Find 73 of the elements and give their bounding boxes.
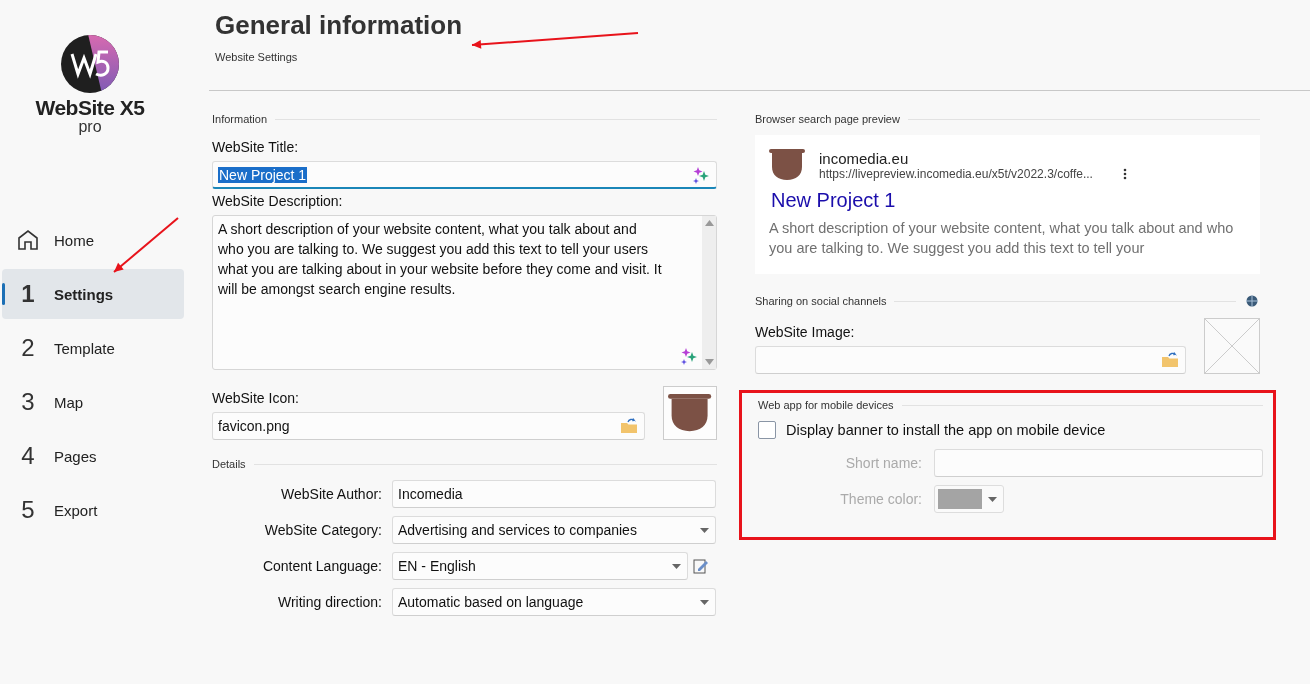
field-label: WebSite Author:	[280, 486, 382, 502]
section-title: Sharing on social channels	[755, 295, 887, 307]
description-text: A short description of your website content, what you talk about and who you are talking to. We suggest you add this text to tell your users what you are talking about in your website before they come and visit. It will be amongst search engine results.	[217, 220, 663, 299]
step-number: 2	[20, 334, 36, 362]
field-label: Writing direction:	[277, 594, 382, 610]
step-number: 4	[20, 442, 36, 470]
scroll-up-icon[interactable]	[704, 220, 714, 226]
logo-edition: pro	[78, 120, 102, 134]
dropdown[interactable]: Advertising and services to companies	[392, 516, 716, 544]
title-field[interactable]: New Project 1	[212, 161, 717, 189]
home-icon	[16, 228, 40, 252]
icon-field[interactable]: favicon.png	[212, 412, 645, 440]
title-value: New Project 1	[218, 166, 308, 183]
dropdown[interactable]: Automatic based on language	[392, 588, 716, 616]
field-label: WebSite Category:	[263, 522, 382, 538]
checkbox[interactable]	[758, 421, 776, 439]
dropdown[interactable]: EN - English	[392, 552, 688, 580]
field-label: WebSite Icon:	[212, 390, 300, 406]
caret-icon[interactable]	[672, 563, 681, 569]
field-label: WebSite Image:	[755, 324, 856, 340]
nav-label: Settings	[54, 285, 114, 303]
short-name-field[interactable]	[934, 449, 1263, 477]
nav-item[interactable]: Home	[2, 215, 184, 265]
nav-item[interactable]: 5 Export	[2, 485, 184, 535]
text-field[interactable]: Incomedia	[392, 480, 716, 508]
field-label: WebSite Description:	[212, 193, 344, 209]
step-number: 1	[20, 280, 36, 308]
color-swatch	[938, 489, 982, 509]
step-number: 5	[20, 496, 36, 524]
preview-snippet: A short description of your website content, what you talk about and who you are talking to. We suggest you add this text to tell your	[769, 219, 1235, 258]
sparkle-icon[interactable]	[680, 347, 698, 365]
nav-label: Template	[54, 339, 115, 357]
cup-icon	[769, 149, 805, 181]
nav-label: Export	[54, 501, 98, 519]
field-label: WebSite Title:	[212, 139, 300, 155]
preview-site: incomedia.eu	[819, 149, 910, 167]
image-field[interactable]	[755, 346, 1186, 374]
folder-icon[interactable]	[620, 418, 638, 434]
annotation-arrow	[113, 217, 179, 273]
nav-item[interactable]: 2 Template	[2, 323, 184, 373]
nav-item[interactable]: 1 Settings	[2, 269, 184, 319]
preview-url: https://livepreview.incomedia.eu/x5t/v2022.3/coffe...	[819, 166, 1093, 181]
favicon-preview-icon	[668, 393, 712, 433]
globe-icon[interactable]	[1244, 294, 1260, 308]
field-label: Content Language:	[261, 558, 382, 574]
section-title: Browser search page preview	[755, 113, 900, 125]
nav-item[interactable]: 4 Pages	[2, 431, 184, 481]
preview-title: New Project 1	[771, 189, 897, 212]
page-subtitle: Website Settings	[215, 51, 299, 63]
step-number: 3	[20, 388, 36, 416]
description-field[interactable]	[212, 215, 717, 370]
image-placeholder-icon	[1204, 318, 1260, 374]
page-title: General information	[215, 10, 463, 41]
checkbox-label: Display banner to install the app on mobile device	[786, 422, 1106, 438]
edit-icon[interactable]	[692, 557, 710, 575]
nav-label: Map	[54, 393, 84, 411]
sparkle-icon[interactable]	[692, 165, 710, 184]
logo-text: WebSite X5	[35, 96, 145, 120]
field-label: Theme color:	[839, 491, 922, 507]
caret-icon[interactable]	[700, 599, 709, 605]
caret-icon[interactable]	[988, 496, 997, 502]
section-title: Details	[212, 458, 246, 470]
scroll-down-icon[interactable]	[704, 359, 714, 365]
section-title: Information	[212, 113, 268, 125]
section-title: Web app for mobile devices	[758, 399, 894, 411]
nav-item[interactable]: 3 Map	[2, 377, 184, 427]
nav-label: Pages	[54, 447, 97, 465]
more-icon[interactable]	[1122, 167, 1127, 180]
nav-label: Home	[54, 231, 94, 249]
field-label: Short name:	[844, 455, 922, 471]
color-picker[interactable]	[934, 485, 1004, 513]
folder-icon[interactable]	[1161, 352, 1179, 368]
caret-icon[interactable]	[700, 527, 709, 533]
